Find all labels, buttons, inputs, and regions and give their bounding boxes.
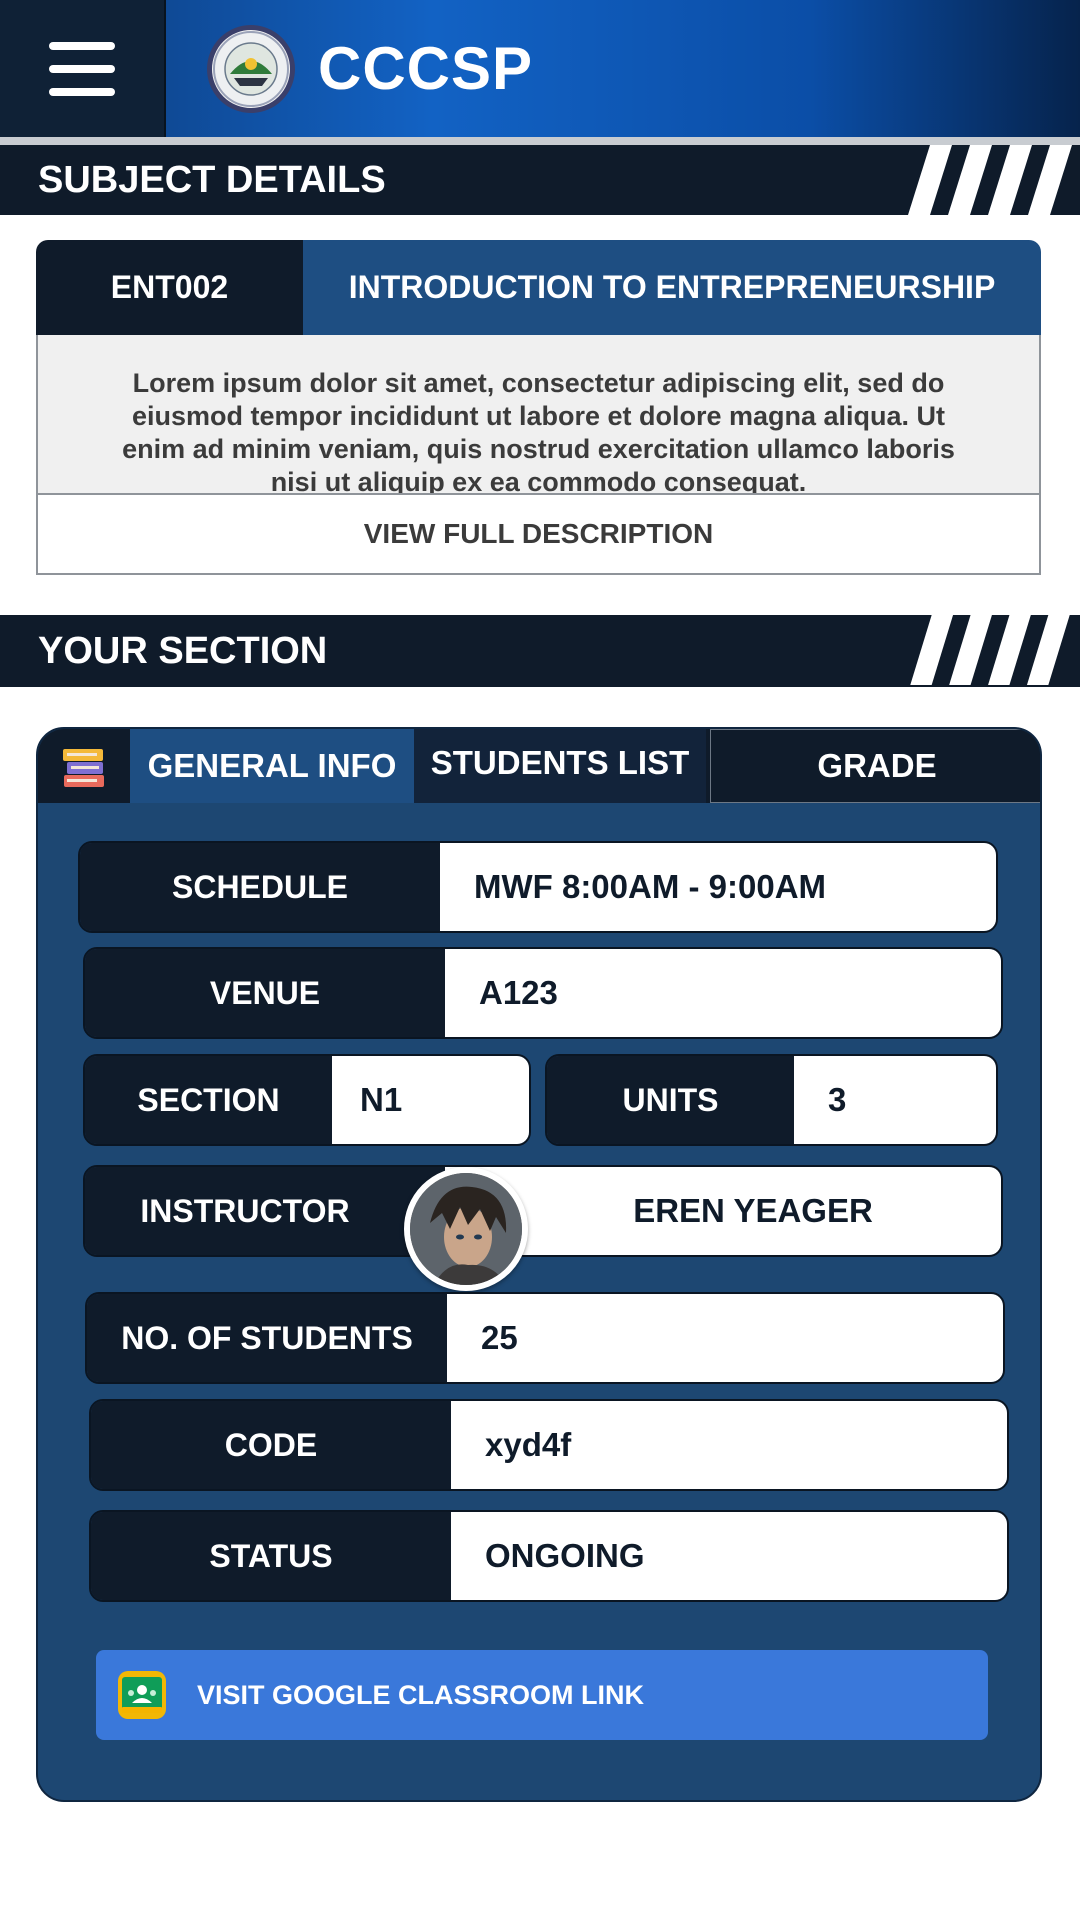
schedule-row: SCHEDULE MWF 8:00AM - 9:00AM [78,841,998,933]
google-classroom-icon [118,1671,166,1719]
subject-details-header: SUBJECT DETAILS [0,145,1080,215]
app-bar: CCCSP [0,0,1080,137]
status-row: STATUS ONGOING [89,1510,1009,1602]
students-count-row: NO. OF STUDENTS 25 [85,1292,1005,1384]
hamburger-menu-icon[interactable] [0,0,166,137]
schedule-label: SCHEDULE [80,843,440,931]
your-section-header: YOUR SECTION [0,615,1080,687]
code-label: CODE [91,1401,451,1489]
view-full-description-button[interactable]: VIEW FULL DESCRIPTION [36,493,1041,575]
tab-general-info[interactable]: GENERAL INFO [130,729,414,803]
subject-description: Lorem ipsum dolor sit amet, consectetur … [36,335,1041,493]
section-title: YOUR SECTION [38,630,328,672]
section-row: SECTION N1 [83,1054,531,1146]
units-row: UNITS 3 [545,1054,998,1146]
subject-header: ENT002 INTRODUCTION TO ENTREPRENEURSHIP [36,240,1041,335]
instructor-row: INSTRUCTOR EREN YEAGER [83,1165,1003,1257]
google-classroom-link-label: VISIT GOOGLE CLASSROOM LINK [197,1679,645,1710]
books-icon [38,729,130,803]
venue-value: A123 [445,949,1001,1037]
app-title: CCCSP [318,35,534,102]
students-count-label: NO. OF STUDENTS [87,1294,447,1382]
appbar-divider [0,137,1080,145]
google-classroom-link-button[interactable]: VISIT GOOGLE CLASSROOM LINK [96,1650,988,1740]
subject-code: ENT002 [36,240,303,335]
status-value: ONGOING [451,1512,1007,1600]
subject-card: ENT002 INTRODUCTION TO ENTREPRENEURSHIP … [36,240,1041,575]
tab-students-list[interactable]: STUDENTS LIST [414,729,706,803]
section-tabs: GENERAL INFO STUDENTS LIST GRADE [38,729,1040,803]
section-value: N1 [332,1056,529,1144]
section-title: SUBJECT DETAILS [38,159,386,201]
venue-label: VENUE [85,949,445,1037]
college-seal-logo [207,25,295,113]
schedule-value: MWF 8:00AM - 9:00AM [440,843,996,931]
instructor-avatar [404,1167,528,1291]
subject-name: INTRODUCTION TO ENTREPRENEURSHIP [303,240,1041,335]
stripes-decoration [910,615,1070,685]
status-label: STATUS [91,1512,451,1600]
instructor-label: INSTRUCTOR [85,1167,445,1255]
section-label: SECTION [85,1056,332,1144]
units-value: 3 [794,1056,996,1144]
stripes-decoration [908,145,1072,215]
code-value: xyd4f [451,1401,1007,1489]
code-row: CODE xyd4f [89,1399,1009,1491]
tab-grade[interactable]: GRADE [710,729,1040,803]
venue-row: VENUE A123 [83,947,1003,1039]
instructor-name: EREN YEAGER [445,1167,1001,1255]
units-label: UNITS [547,1056,794,1144]
section-card: GENERAL INFO STUDENTS LIST GRADE SCHEDUL… [36,727,1042,1802]
students-count-value: 25 [447,1294,1003,1382]
